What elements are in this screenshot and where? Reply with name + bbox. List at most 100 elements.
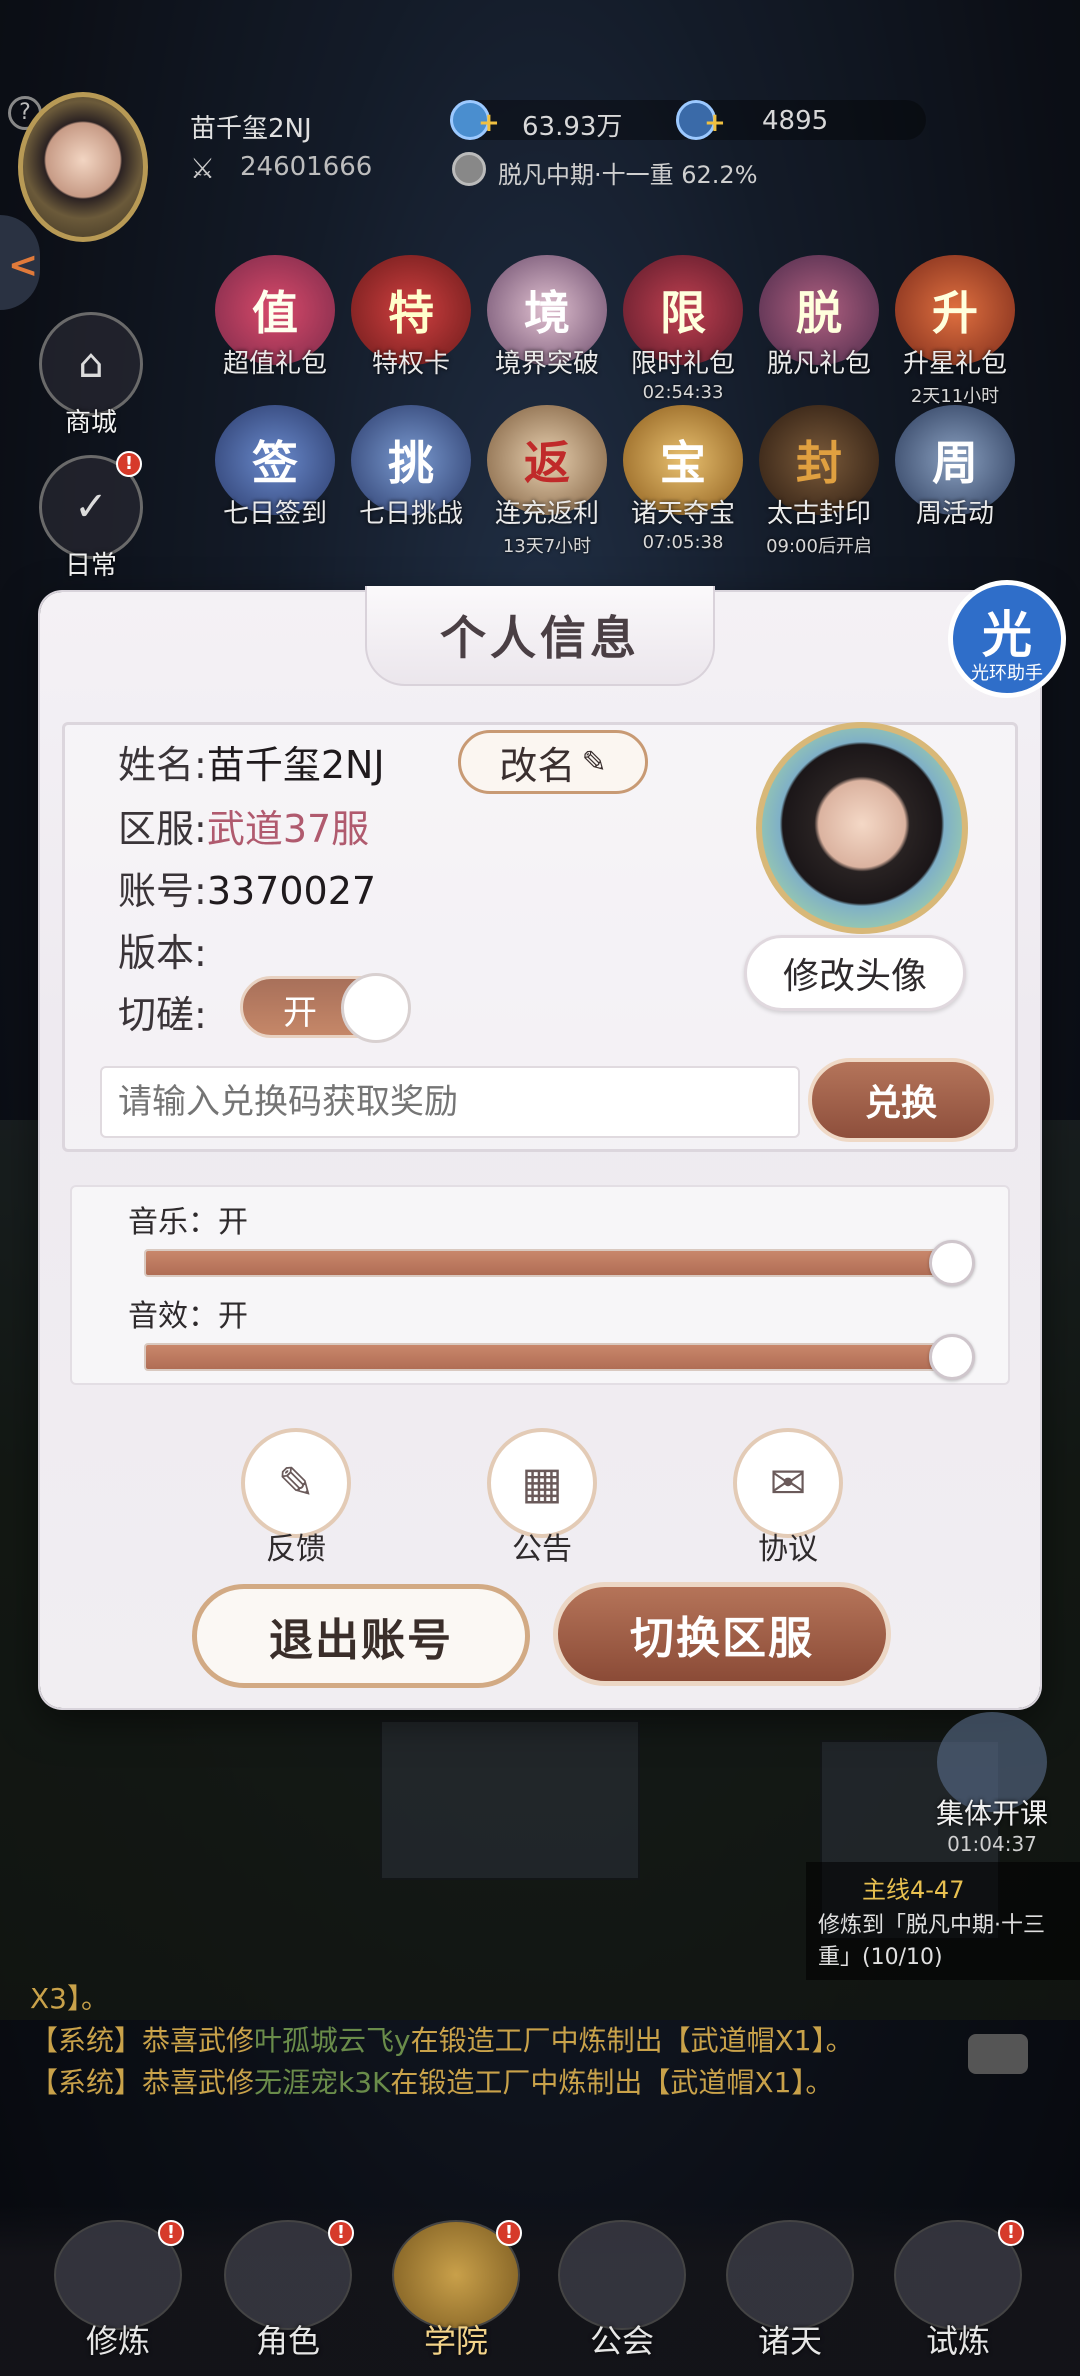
activity-seven-day-signin[interactable]: 签 七日签到 [210, 405, 340, 530]
redeem-code-input[interactable] [100, 1066, 800, 1138]
agreement-button[interactable]: ✉ 协议 [728, 1428, 848, 1568]
cultivation-realm: 脱凡中期·十一重 62.2% [498, 161, 758, 189]
daily-label: 日常 [64, 551, 117, 581]
chat-line: X3】。 [30, 1982, 109, 2015]
currency-1-value: 63.93万 [522, 112, 623, 142]
alert-badge: ! [998, 2220, 1024, 2246]
alert-badge: ! [158, 2220, 184, 2246]
notice-button[interactable]: ▦ 公告 [482, 1428, 602, 1568]
title-plate: 个人信息 [365, 586, 715, 686]
heavens-icon [726, 2220, 854, 2330]
daily-button[interactable]: ✓ 日常 ! [36, 451, 146, 582]
sound-settings-panel: 音乐：开 音效：开 [70, 1185, 1010, 1385]
server-row: 区服:武道37服 [118, 798, 369, 853]
nav-trial[interactable]: 试炼 ! [888, 2220, 1028, 2362]
spar-toggle-label: 开 [283, 993, 317, 1033]
chat-player-name[interactable]: 叶孤城云飞y [254, 2024, 411, 2057]
chat-player-name[interactable]: 无涯宠k3K [254, 2066, 390, 2099]
system-chat: X3】。 【系统】恭喜武修叶孤城云飞y在锻造工厂中炼制出【武道帽X1】。 【系统… [30, 1978, 970, 2104]
activity-weekly[interactable]: 周 周活动 [890, 405, 1020, 530]
activity-limited-pack[interactable]: 限 限时礼包 02:54:33 [618, 255, 748, 403]
nav-label: 学院 [423, 2322, 488, 2360]
activity-value-pack[interactable]: 值 超值礼包 [210, 255, 340, 380]
name-value: 苗千玺2NJ [206, 743, 385, 787]
nav-cultivate[interactable]: 修炼 ! [48, 2220, 188, 2362]
version-row: 版本: [118, 922, 207, 977]
nav-character[interactable]: 角色 ! [218, 2220, 358, 2362]
group-class-button[interactable]: 集体开课 01:04:37 [922, 1712, 1062, 1856]
spar-label: 切磋: [118, 993, 207, 1037]
player-name: 苗千玺2NJ [190, 114, 312, 144]
version-label: 版本: [118, 931, 207, 975]
chat-line: 【系统】恭喜武修无涯宠k3K在锻造工厂中炼制出【武道帽X1】。 [30, 2062, 970, 2104]
brush-icon: ✎ [581, 744, 607, 780]
sfx-slider-handle[interactable] [929, 1334, 975, 1380]
shop-button[interactable]: ⌂ 商城 [36, 312, 146, 439]
helper-logo-glyph: 光 [982, 606, 1032, 664]
player-avatar[interactable] [18, 92, 148, 242]
activity-star-pack[interactable]: 升 升星礼包 2天11小时 [890, 255, 1020, 408]
group-class-timer: 01:04:37 [947, 1832, 1037, 1856]
alert-badge: ! [496, 2220, 522, 2246]
currency-2-value: 4895 [762, 106, 829, 136]
personal-info-dialog: 个人信息 姓名:苗千玺2NJ 改名 ✎ 区服:武道37服 账号:3370027 … [40, 586, 1040, 1708]
activity-treasure-hunt[interactable]: 宝 诸天夺宝 07:05:38 [618, 405, 748, 553]
alert-badge: ! [116, 451, 142, 477]
guild-icon [558, 2220, 686, 2330]
change-avatar-button[interactable]: 修改头像 [744, 935, 966, 1011]
chevron-left-icon: < [8, 245, 39, 286]
switch-server-button[interactable]: 切换区服 [553, 1582, 891, 1686]
nav-academy[interactable]: 学院 ! [386, 2220, 526, 2362]
sfx-slider[interactable] [144, 1334, 975, 1380]
chat-suffix: 在锻造工厂中炼制出【武道帽X1】。 [410, 2024, 854, 2057]
chat-prefix: 【系统】恭喜武修 [30, 2066, 255, 2099]
nav-label: 试炼 [925, 2322, 990, 2360]
activity-label: 脱凡礼包 [766, 349, 871, 379]
music-slider[interactable] [144, 1240, 975, 1286]
activity-timer: 02:54:33 [642, 382, 724, 403]
helper-app-badge[interactable]: 光 光环助手 [948, 580, 1066, 698]
add-currency-1-button[interactable]: + [478, 108, 500, 138]
chat-suffix: 在锻造工厂中炼制出【武道帽X1】。 [390, 2066, 834, 2099]
music-label: 音乐：开 [128, 1205, 248, 1240]
profile-avatar[interactable] [756, 722, 968, 934]
group-class-label: 集体开课 [935, 1797, 1048, 1830]
music-slider-handle[interactable] [929, 1240, 975, 1286]
activity-seven-day-challenge[interactable]: 挑 七日挑战 [346, 405, 476, 530]
feedback-button[interactable]: ✎ 反馈 [236, 1428, 356, 1568]
edit-icon: ✎ [241, 1428, 351, 1538]
logout-button[interactable]: 退出账号 [192, 1584, 530, 1688]
name-row: 姓名:苗千玺2NJ [118, 734, 385, 789]
main-quest-tracker[interactable]: 主线4-47 修炼到「脱凡中期·十三重」(10/10) [806, 1862, 1080, 1980]
music-slider-fill [146, 1251, 952, 1275]
crossed-swords-icon: ⚔ [190, 152, 216, 185]
nav-label: 诸天 [757, 2322, 822, 2360]
server-label: 区服: [118, 807, 207, 851]
activity-label: 周活动 [915, 499, 994, 529]
dialog-title: 个人信息 [440, 611, 640, 665]
envelope-icon: ✉ [733, 1428, 843, 1538]
activity-recharge-rebate[interactable]: 返 连充返利 13天7小时 [482, 405, 612, 558]
add-currency-2-button[interactable]: + [704, 108, 726, 138]
chat-prefix: 【系统】恭喜武修 [30, 2024, 255, 2057]
feedback-label: 反馈 [266, 1532, 326, 1567]
activity-label: 超值礼包 [222, 349, 327, 379]
quest-text: 修炼到「脱凡中期·十三重」(10/10) [818, 1913, 1045, 1970]
activity-label: 诸天夺宝 [630, 499, 735, 529]
activity-privilege-card[interactable]: 特 特权卡 [346, 255, 476, 380]
nav-heavens[interactable]: 诸天 [720, 2220, 860, 2362]
nav-guild[interactable]: 公会 [552, 2220, 692, 2362]
redeem-button[interactable]: 兑换 [808, 1058, 994, 1142]
alert-badge: ! [328, 2220, 354, 2246]
activity-ancient-seal[interactable]: 封 太古封印 09:00后开启 [754, 405, 884, 558]
chat-bubble-icon[interactable] [968, 2034, 1028, 2074]
sfx-label: 音效：开 [128, 1299, 248, 1334]
shop-label: 商城 [64, 408, 117, 438]
activity-label: 连充返利 [494, 499, 599, 529]
rename-button[interactable]: 改名 ✎ [458, 730, 648, 794]
sfx-slider-fill [146, 1345, 952, 1369]
activity-label: 太古封印 [766, 499, 871, 529]
spar-toggle[interactable]: 开 [240, 973, 411, 1043]
activity-realm-breakthrough[interactable]: 境 境界突破 [482, 255, 612, 380]
activity-mortal-pack[interactable]: 脱 脱凡礼包 [754, 255, 884, 380]
